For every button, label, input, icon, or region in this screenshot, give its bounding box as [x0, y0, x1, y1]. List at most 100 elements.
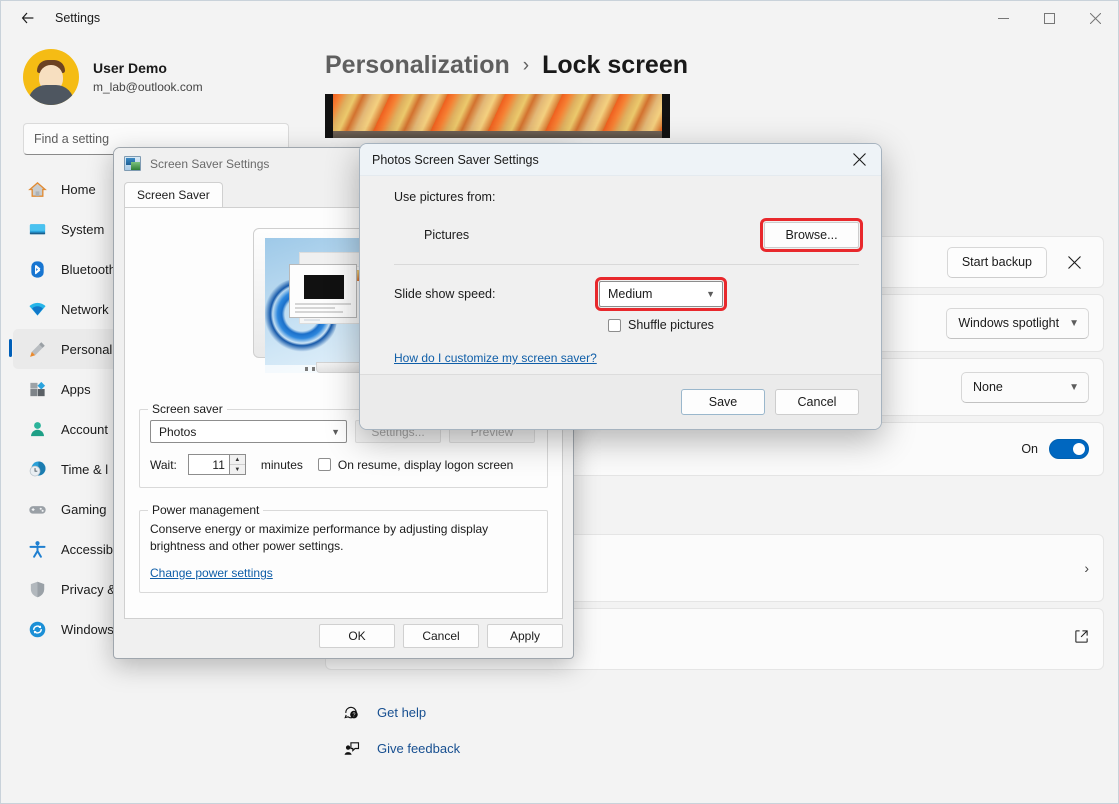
chevron-right-icon: › [1084, 560, 1089, 576]
accessibility-icon [25, 537, 49, 561]
cancel-button[interactable]: Cancel [775, 389, 859, 415]
sidebar-item-label: Bluetooth [61, 262, 116, 277]
sidebar-item-label: Time & l [61, 462, 108, 477]
customize-screen-saver-link[interactable]: How do I customize my screen saver? [394, 351, 597, 365]
close-icon[interactable] [837, 144, 881, 176]
power-management-group-title: Power management [148, 503, 263, 517]
give-feedback-label: Give feedback [377, 741, 460, 756]
account-name: User Demo [93, 59, 203, 77]
chevron-down-icon: ▼ [331, 427, 340, 437]
shuffle-pictures-row: Shuffle pictures [608, 318, 859, 332]
shuffle-pictures-checkbox[interactable] [608, 319, 621, 332]
sidebar-item-label: Privacy & [61, 582, 116, 597]
sidebar-item-label: System [61, 222, 104, 237]
give-feedback-link[interactable]: Give feedback [341, 730, 1118, 766]
network-icon [25, 297, 49, 321]
window-controls [980, 1, 1118, 35]
browse-button[interactable]: Browse... [764, 222, 859, 248]
minutes-label: minutes [261, 458, 303, 472]
wait-minutes-value: 11 [212, 458, 224, 472]
sidebar-item-label: Account [61, 422, 108, 437]
close-button[interactable] [1072, 1, 1118, 35]
chevron-down-icon: ▼ [1069, 382, 1079, 393]
window-title: Settings [55, 11, 100, 25]
photos-dialog-footer: Save Cancel [360, 374, 881, 429]
tab-screen-saver[interactable]: Screen Saver [124, 182, 223, 207]
slide-show-speed-row: Slide show speed: Medium ▼ [382, 281, 859, 307]
help-link-row: How do I customize my screen saver? [394, 351, 859, 365]
screen-saver-dropdown-value: Photos [159, 425, 196, 439]
ok-button[interactable]: OK [319, 624, 395, 648]
svg-text:?: ? [352, 712, 355, 718]
wait-spinner[interactable]: ▲ ▼ [230, 454, 246, 475]
on-resume-checkbox[interactable] [318, 458, 331, 471]
windows-update-icon [25, 617, 49, 641]
screen-saver-dialog-title: Screen Saver Settings [150, 157, 269, 171]
sidebar-item-label: Gaming [61, 502, 107, 517]
sidebar-item-label: Apps [61, 382, 91, 397]
use-pictures-from-label: Use pictures from: [394, 190, 859, 204]
breadcrumb-separator: › [523, 55, 529, 77]
pictures-row: Pictures Browse... [382, 218, 859, 252]
back-button[interactable] [11, 3, 45, 33]
sign-in-picture-toggle[interactable] [1049, 439, 1089, 459]
get-help-link[interactable]: ? Get help [341, 694, 1118, 730]
window-titlebar: Settings [1, 1, 1118, 35]
home-icon [25, 177, 49, 201]
screen-saver-dropdown[interactable]: Photos ▼ [150, 420, 347, 443]
sidebar-item-label: Network [61, 302, 109, 317]
change-power-settings-link[interactable]: Change power settings [150, 566, 273, 580]
power-management-groupbox: Power management Conserve energy or maxi… [139, 510, 548, 593]
close-icon[interactable] [1059, 247, 1089, 277]
privacy-shield-icon [25, 577, 49, 601]
gaming-icon [25, 497, 49, 521]
time-language-icon [25, 457, 49, 481]
personalize-dropdown-value: Windows spotlight [958, 316, 1059, 330]
sign-in-toggle-wrap: On [1021, 439, 1089, 459]
external-link-icon [1074, 629, 1089, 649]
slide-show-speed-value: Medium [608, 287, 652, 301]
help-icon: ? [341, 702, 361, 722]
shuffle-pictures-label: Shuffle pictures [628, 318, 714, 332]
spinner-up-icon[interactable]: ▲ [230, 455, 245, 465]
divider [394, 264, 859, 265]
spinner-down-icon[interactable]: ▼ [230, 465, 245, 474]
bluetooth-icon [25, 257, 49, 281]
on-resume-label: On resume, display logon screen [338, 458, 513, 472]
toggle-state-label: On [1021, 442, 1038, 456]
start-backup-button[interactable]: Start backup [947, 247, 1047, 278]
maximize-button[interactable] [1026, 1, 1072, 35]
breadcrumb: Personalization › Lock screen [325, 35, 1118, 94]
personalize-dropdown[interactable]: Windows spotlight ▼ [946, 308, 1089, 339]
footer-links: ? Get help Give feedback [325, 694, 1118, 766]
cancel-button[interactable]: Cancel [403, 624, 479, 648]
page-title: Lock screen [542, 51, 688, 80]
status-dropdown-value: None [973, 380, 1003, 394]
lock-screen-preview [325, 94, 670, 138]
account-email: m_lab@outlook.com [93, 79, 203, 96]
breadcrumb-parent[interactable]: Personalization [325, 51, 510, 80]
screen-saver-dialog-buttons: OK Cancel Apply [319, 624, 563, 648]
account-text: User Demo m_lab@outlook.com [93, 59, 203, 96]
wait-label: Wait: [150, 458, 177, 472]
save-button[interactable]: Save [681, 389, 765, 415]
photos-dialog-titlebar: Photos Screen Saver Settings [360, 144, 881, 176]
sidebar-item-label: Accessib [61, 542, 113, 557]
search-placeholder-text: Find a setting [34, 132, 109, 146]
chevron-down-icon: ▼ [1069, 318, 1079, 329]
chevron-down-icon: ▼ [706, 289, 715, 299]
personalization-icon [25, 337, 49, 361]
pictures-folder-value: Pictures [424, 228, 469, 242]
photos-dialog-body: Use pictures from: Pictures Browse... Sl… [360, 176, 881, 376]
apply-button[interactable]: Apply [487, 624, 563, 648]
sidebar-item-label: Home [61, 182, 96, 197]
slide-show-speed-dropdown[interactable]: Medium ▼ [599, 281, 723, 307]
screen-saver-app-icon [124, 156, 141, 171]
get-help-label: Get help [377, 705, 426, 720]
wait-minutes-input[interactable]: 11 [188, 454, 230, 475]
status-dropdown[interactable]: None ▼ [961, 372, 1089, 403]
sidebar-item-label: Personal [61, 342, 112, 357]
minimize-button[interactable] [980, 1, 1026, 35]
feedback-icon [341, 738, 361, 758]
account-block[interactable]: User Demo m_lab@outlook.com [1, 35, 311, 119]
